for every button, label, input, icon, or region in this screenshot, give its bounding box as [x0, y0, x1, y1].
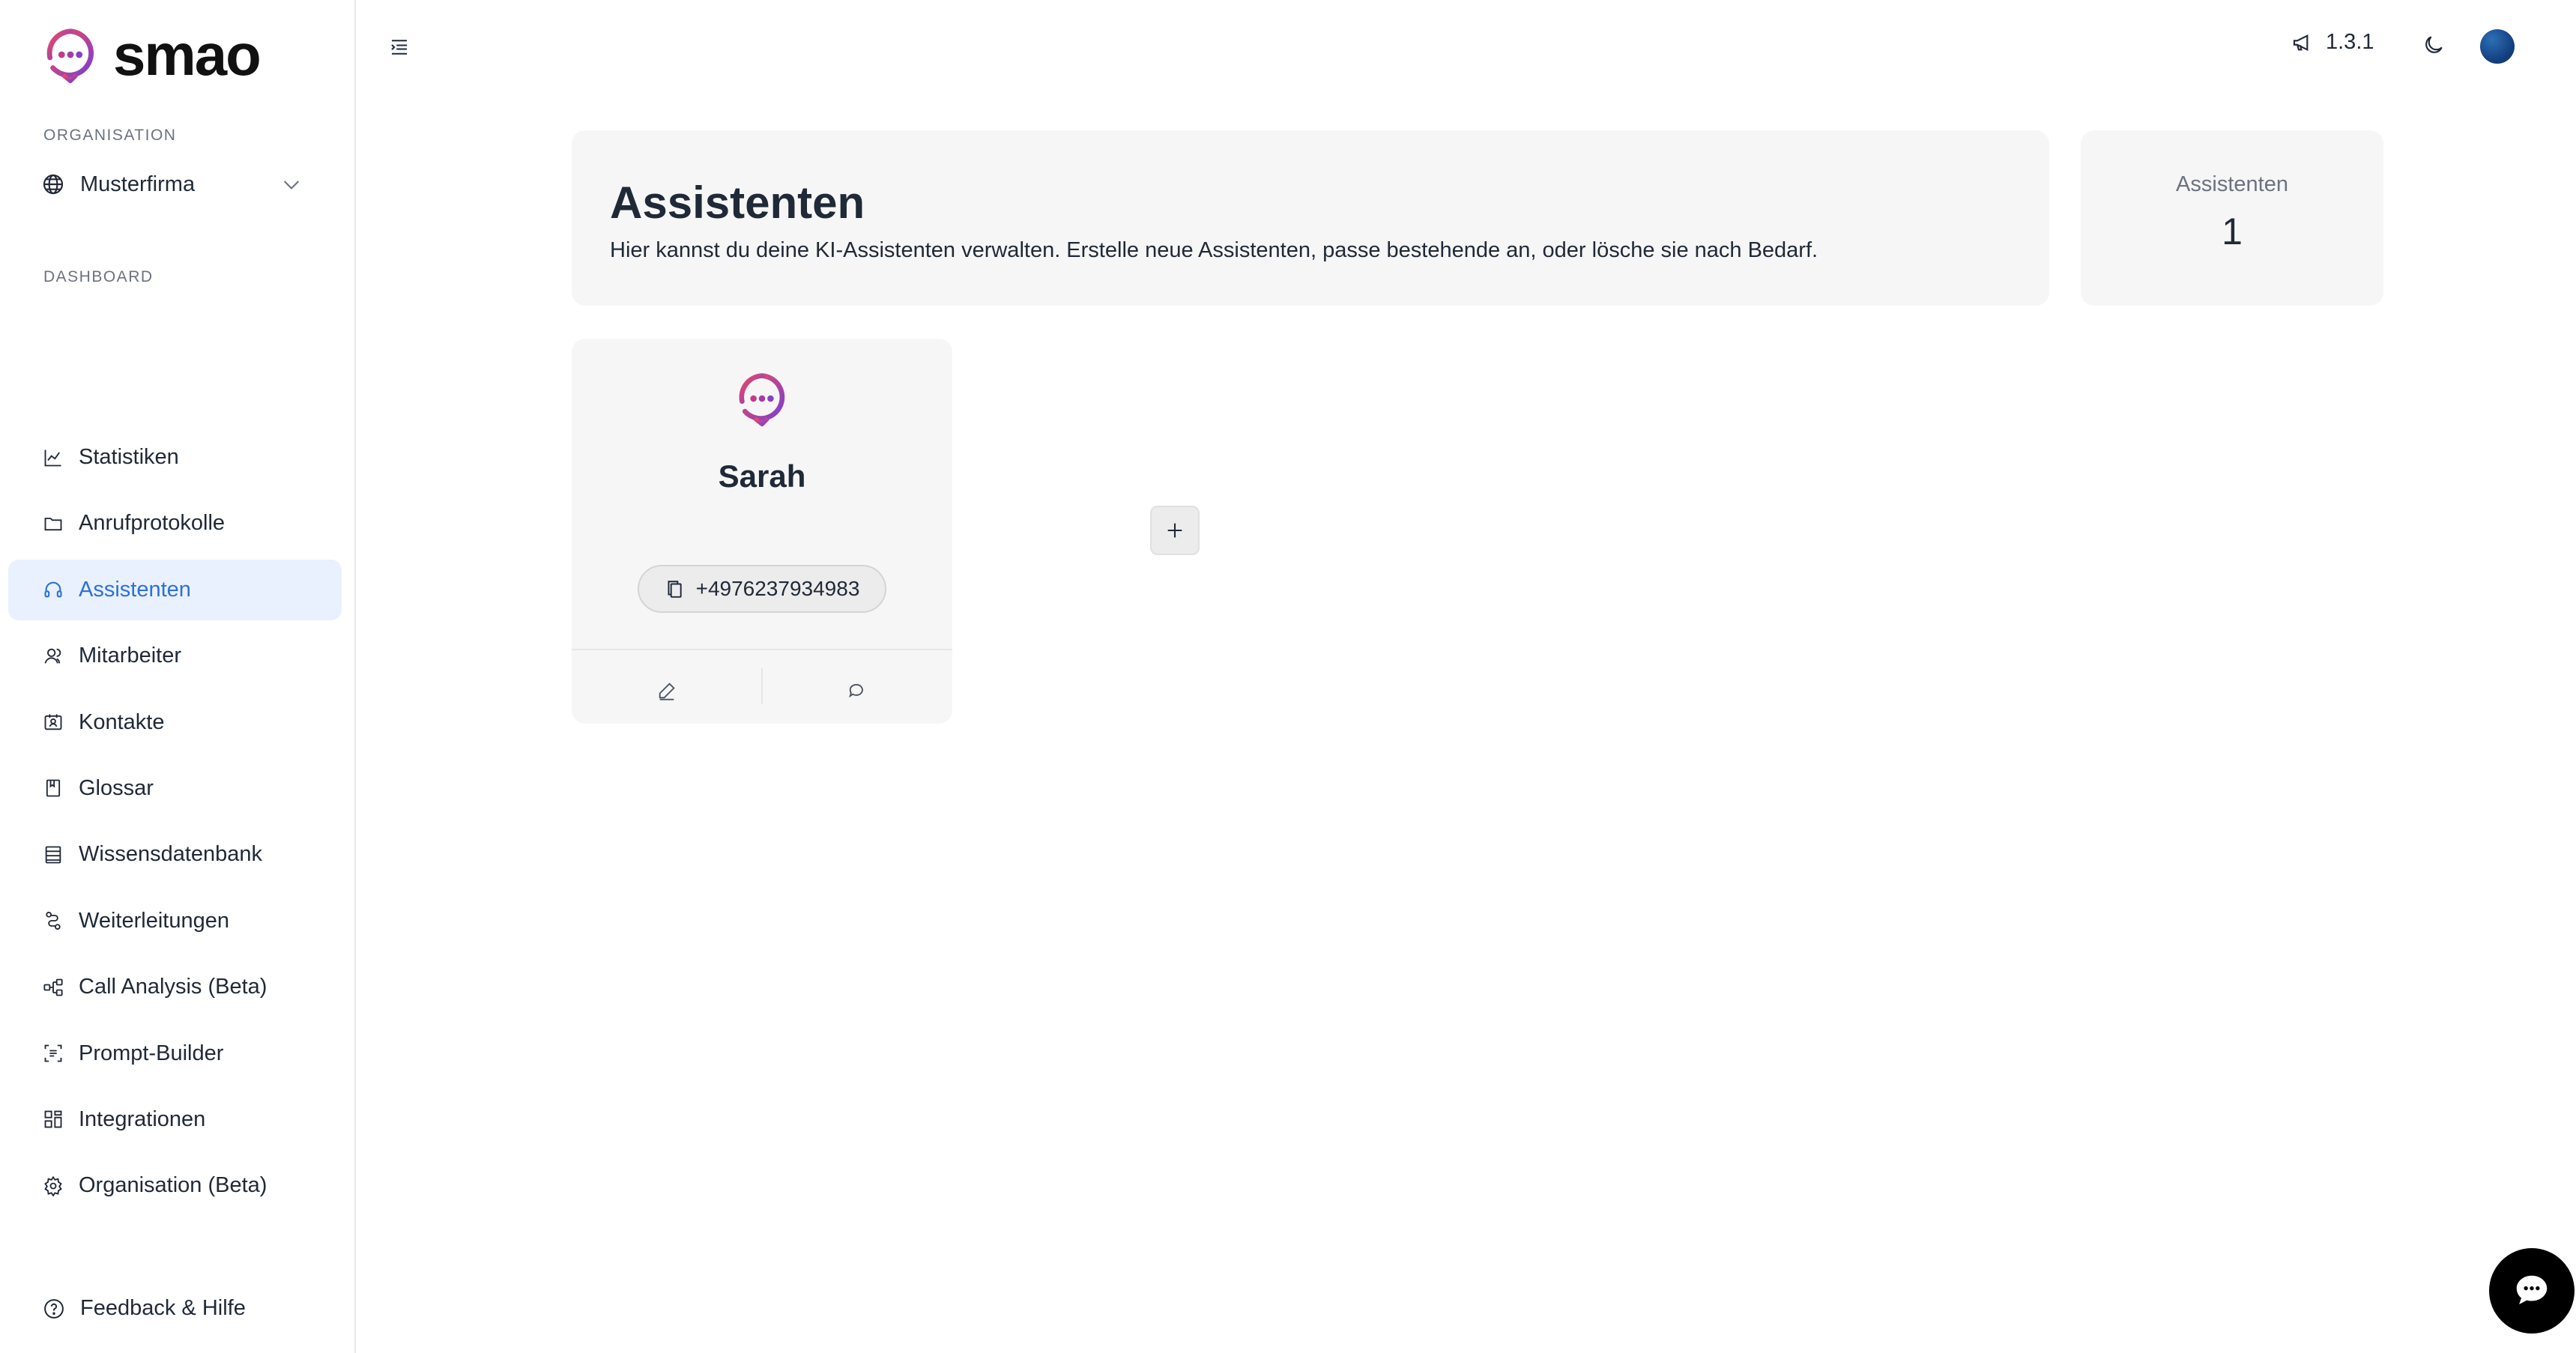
book-icon	[46, 780, 61, 797]
gear-icon	[44, 1175, 62, 1196]
sidebar-item-assistenten[interactable]: Assistenten	[8, 559, 342, 620]
chat-bubbles-icon	[849, 684, 863, 698]
sidebar: smao ORGANISATION Musterfirma DASHBOARD …	[0, 0, 356, 1353]
sidebar-item-label: Statistiken	[79, 445, 179, 469]
widgets-icon	[44, 1110, 62, 1128]
chart-line-icon	[44, 450, 61, 466]
sidebar-item-label: Kontakte	[79, 709, 165, 734]
pencil-icon	[659, 682, 675, 700]
sidebar-item-label: Call Analysis (Beta)	[79, 975, 267, 999]
sidebar-item-label: Wissensdatenbank	[79, 842, 263, 867]
sidebar-item-statistiken[interactable]: Statistiken	[8, 427, 342, 488]
sidebar-item-label: Mitarbeiter	[79, 644, 181, 668]
chevron-down-icon	[283, 181, 300, 190]
sidebar-nav: Statistiken Anrufprotokolle Assistenten …	[8, 427, 342, 1222]
copy-icon	[668, 581, 682, 598]
organisation-section-label: ORGANISATION	[43, 127, 177, 144]
user-avatar[interactable]	[2480, 29, 2515, 64]
feedback-help-link[interactable]: Feedback & Hilfe	[43, 1296, 246, 1321]
sidebar-item-wissensdatenbank[interactable]: Wissensdatenbank	[8, 824, 342, 885]
route-icon	[46, 912, 61, 930]
assistant-avatar-icon	[739, 373, 785, 427]
add-assistant-button[interactable]	[1150, 506, 1200, 555]
page-description: Hier kannst du deine KI-Assistenten verw…	[610, 238, 1818, 262]
sidebar-item-prompt-builder[interactable]: Prompt-Builder	[8, 1023, 342, 1084]
database-icon	[45, 846, 61, 864]
smao-logo-icon	[46, 28, 94, 84]
page-header-card: Assistenten Hier kannst du deine KI-Assi…	[572, 130, 2049, 306]
assistant-name: Sarah	[718, 458, 806, 494]
copy-phone-button[interactable]: +4976237934983	[638, 565, 886, 613]
folder-icon	[44, 517, 62, 530]
sidebar-item-label: Prompt-Builder	[79, 1041, 224, 1065]
stat-label: Assistenten	[2176, 172, 2288, 196]
users-icon	[44, 648, 61, 664]
sidebar-item-label: Glossar	[79, 775, 154, 800]
assistant-phone-number: +4976237934983	[695, 577, 860, 600]
flow-icon	[43, 978, 63, 996]
sidebar-item-label: Integrationen	[79, 1107, 206, 1131]
sidebar-item-label: Anrufprotokolle	[79, 511, 226, 536]
support-chat-button[interactable]	[2489, 1248, 2575, 1334]
sidebar-item-glossar[interactable]: Glossar	[8, 758, 342, 819]
sidebar-item-label: Organisation (Beta)	[79, 1173, 267, 1198]
scan-text-icon	[44, 1044, 62, 1062]
edit-assistant-button[interactable]	[572, 668, 762, 713]
contact-card-icon	[44, 714, 62, 730]
sidebar-item-organisation[interactable]: Organisation (Beta)	[8, 1155, 342, 1216]
dashboard-section-label: DASHBOARD	[43, 268, 154, 285]
card-divider	[572, 649, 952, 650]
globe-icon	[43, 174, 64, 195]
sidebar-item-label: Assistenten	[79, 577, 191, 602]
sidebar-item-weiterleitungen[interactable]: Weiterleitungen	[8, 891, 342, 951]
assistant-card[interactable]: Sarah +4976237934983	[572, 339, 952, 724]
assistants-count-card: Assistenten 1	[2081, 130, 2383, 306]
sidebar-item-label: Weiterleitungen	[79, 908, 229, 933]
megaphone-icon	[2293, 34, 2309, 51]
version-announcement-button[interactable]: 1.3.1	[2291, 30, 2374, 55]
version-label: 1.3.1	[2326, 30, 2374, 54]
plus-icon	[1167, 523, 1182, 538]
sidebar-item-call-analysis[interactable]: Call Analysis (Beta)	[8, 957, 342, 1017]
feedback-label: Feedback & Hilfe	[80, 1296, 246, 1320]
help-circle-icon	[44, 1298, 64, 1319]
sidebar-item-integrationen[interactable]: Integrationen	[8, 1089, 342, 1150]
sidebar-item-mitarbeiter[interactable]: Mitarbeiter	[8, 626, 342, 686]
sidebar-item-kontakte[interactable]: Kontakte	[8, 692, 342, 753]
chat-bubble-icon	[2516, 1275, 2548, 1304]
brand-logo[interactable]: smao	[41, 22, 261, 88]
chat-with-assistant-button[interactable]	[762, 668, 952, 713]
stat-value: 1	[2222, 211, 2243, 252]
sidebar-item-anrufprotokolle[interactable]: Anrufprotokolle	[8, 493, 342, 554]
organisation-select[interactable]: Musterfirma	[41, 166, 303, 202]
organisation-name: Musterfirma	[80, 172, 196, 196]
headset-icon	[44, 581, 62, 598]
brand-name: smao	[113, 22, 261, 88]
sidebar-toggle-icon[interactable]	[388, 36, 411, 58]
page-title: Assistenten	[610, 178, 865, 228]
moon-icon[interactable]	[2422, 33, 2446, 57]
